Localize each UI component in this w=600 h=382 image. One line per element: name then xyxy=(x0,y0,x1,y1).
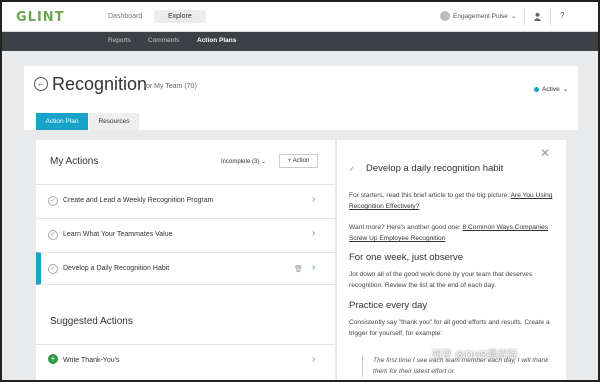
sub-nav: Reports Comments Action Plans xyxy=(2,32,598,51)
check-icon: ✓ xyxy=(349,166,355,173)
action-row[interactable]: ✓ Create and Lead a Weekly Recognition P… xyxy=(36,184,335,217)
chevron-down-icon: ⌄ xyxy=(562,86,569,93)
app-logo[interactable]: GLINT xyxy=(16,10,65,25)
section-heading: For one week, just observe xyxy=(349,252,464,263)
detail-title: Develop a daily recognition habit xyxy=(366,163,504,174)
check-circle-icon[interactable]: ✓ xyxy=(48,230,58,240)
paragraph-text: For starters, read this brief article to… xyxy=(349,192,511,199)
subnav-reports[interactable]: Reports xyxy=(108,37,131,44)
paragraph-text: Want more? Here's another good one: xyxy=(349,224,463,231)
filter-dropdown[interactable]: Incomplete (3) ⌄ xyxy=(221,158,266,165)
main-panel: ← Recognition for My Team (70) Active ⌄ … xyxy=(24,66,578,380)
tab-resources[interactable]: Resources xyxy=(89,113,139,130)
detail-paragraph: Consistently say "thank you" for all goo… xyxy=(349,319,550,337)
engagement-selector[interactable]: Engagement Pulse ⌄ xyxy=(440,11,516,21)
status-selector[interactable]: Active ⌄ xyxy=(534,85,568,93)
engagement-label: Engagement Pulse xyxy=(453,12,508,20)
subnav-comments[interactable]: Comments xyxy=(148,37,179,44)
plus-icon: + xyxy=(287,158,292,164)
action-label: Develop a Daily Recognition Habit xyxy=(63,265,170,272)
page-subtitle: for My Team (70) xyxy=(144,83,197,90)
help-icon[interactable]: ? xyxy=(560,11,564,20)
tab-action-plan[interactable]: Action Plan xyxy=(36,113,88,130)
my-actions-heading: My Actions xyxy=(50,156,99,167)
filter-label: Incomplete (3) xyxy=(221,159,260,165)
my-actions-panel: My Actions Incomplete (3) ⌄ + Action ✓ C… xyxy=(36,140,335,380)
plus-circle-icon[interactable]: + xyxy=(48,354,58,364)
add-action-button[interactable]: + Action xyxy=(279,154,318,168)
section-heading: Practice every day xyxy=(349,300,428,311)
trash-icon[interactable]: 🗑 xyxy=(294,265,303,273)
page-title: Recognition xyxy=(52,74,148,94)
chevron-right-icon: › xyxy=(312,228,316,239)
chevron-right-icon: › xyxy=(312,194,316,205)
nav-explore[interactable]: Explore xyxy=(154,10,206,23)
top-bar: GLINT Dashboard Explore Engagement Pulse… xyxy=(2,2,598,32)
status-dot-icon xyxy=(534,86,539,92)
divider xyxy=(524,8,525,26)
watermark: 知乎 @DHR赛武院 xyxy=(432,350,518,361)
subnav-action-plans[interactable]: Action Plans xyxy=(197,37,236,44)
engagement-icon xyxy=(440,11,450,21)
chevron-down-icon: ⌄ xyxy=(510,13,517,20)
suggested-row[interactable]: + Write Thank-You's › xyxy=(36,344,335,377)
close-icon[interactable]: ✕ xyxy=(540,146,550,160)
check-circle-icon[interactable]: ✓ xyxy=(48,196,58,206)
action-label: Create and Lead a Weekly Recognition Pro… xyxy=(63,197,214,204)
add-action-label: Action xyxy=(292,158,310,164)
action-row[interactable]: ✓ Learn What Your Teammates Value › xyxy=(36,218,335,251)
chevron-right-icon: › xyxy=(312,354,316,365)
suggested-actions-heading: Suggested Actions xyxy=(50,316,133,327)
detail-paragraph: Want more? Here's another good one: 8 Co… xyxy=(349,222,564,244)
chevron-right-icon: › xyxy=(312,262,316,273)
action-label: Learn What Your Teammates Value xyxy=(63,231,173,238)
chevron-down-icon: ⌄ xyxy=(261,159,267,165)
divider xyxy=(550,8,551,26)
nav-dashboard[interactable]: Dashboard xyxy=(94,10,156,23)
app-frame: GLINT Dashboard Explore Engagement Pulse… xyxy=(0,0,600,382)
detail-paragraph: For starters, read this brief article to… xyxy=(349,190,564,212)
action-row-selected[interactable]: ✓ Develop a Daily Recognition Habit 🗑 › xyxy=(36,252,335,285)
back-arrow-icon[interactable]: ← xyxy=(34,77,48,91)
suggested-label: Write Thank-You's xyxy=(63,357,120,364)
status-label: Active xyxy=(542,85,560,93)
user-icon[interactable] xyxy=(533,12,542,21)
check-circle-icon[interactable]: ✓ xyxy=(48,264,58,274)
detail-paragraph: Jot down all of the good work done by yo… xyxy=(349,271,533,289)
